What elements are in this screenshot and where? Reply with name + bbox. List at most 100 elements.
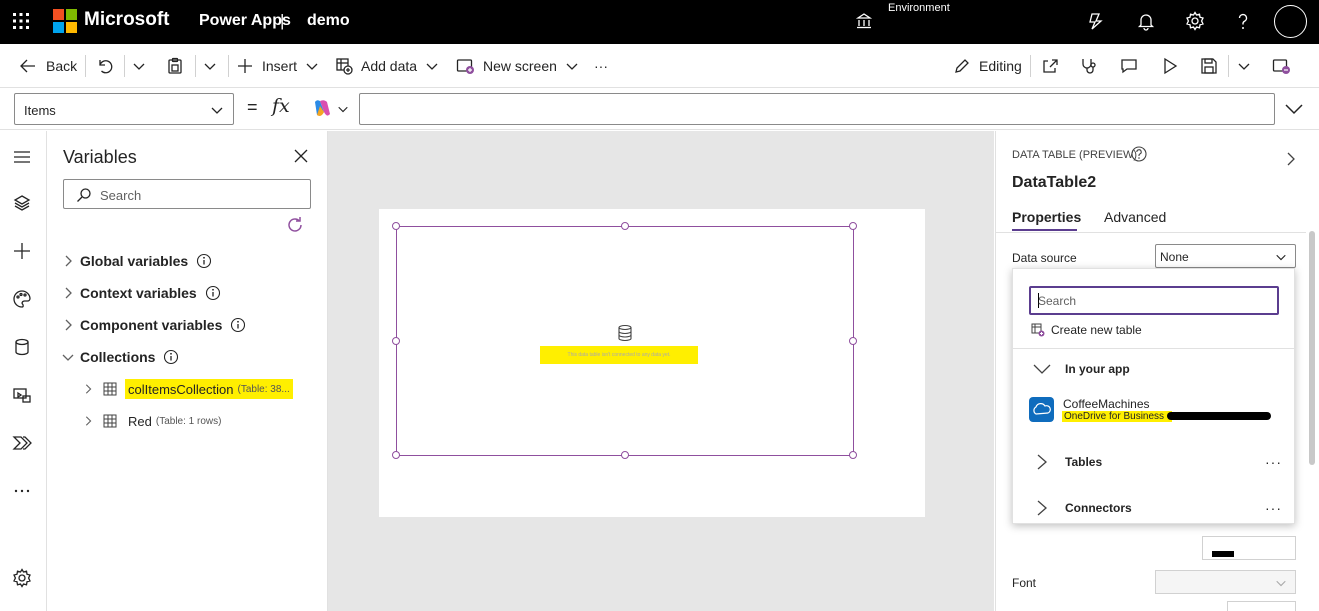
insert-button[interactable]: Insert <box>236 56 319 76</box>
save-dropdown[interactable] <box>1237 56 1251 76</box>
add-data-button[interactable]: Add data <box>335 56 439 76</box>
tree-view-icon[interactable] <box>12 193 32 213</box>
resize-handle[interactable] <box>392 451 400 459</box>
copilot-icon[interactable] <box>1086 11 1106 31</box>
font-select[interactable] <box>1155 570 1296 594</box>
divider <box>1030 55 1031 77</box>
info-icon[interactable] <box>205 285 221 301</box>
chevron-down-icon <box>133 63 145 70</box>
chevron-right-icon <box>1037 500 1047 516</box>
data-source-name[interactable]: CoffeeMachines <box>1063 397 1150 411</box>
comments-button[interactable] <box>1120 56 1138 76</box>
info-icon[interactable] <box>230 317 246 333</box>
resize-handle[interactable] <box>849 451 857 459</box>
resize-handle[interactable] <box>849 222 857 230</box>
theme-palette-icon[interactable] <box>12 289 32 309</box>
control-name[interactable]: DataTable2 <box>1012 174 1096 192</box>
title-separator: | <box>280 11 285 30</box>
close-icon[interactable] <box>293 148 309 164</box>
table-icon <box>103 382 117 396</box>
create-table-label: Create new table <box>1051 323 1142 337</box>
section-connectors[interactable]: Connectors <box>1031 499 1132 517</box>
gear-icon[interactable] <box>1185 11 1205 31</box>
help-icon[interactable] <box>1130 145 1148 163</box>
group-collections[interactable]: Collections <box>61 347 179 367</box>
group-label: Collections <box>80 349 156 365</box>
divider <box>228 55 229 77</box>
product-name[interactable]: Power Apps <box>199 12 291 30</box>
tab-divider <box>996 232 1306 233</box>
copilot-icon[interactable] <box>310 98 334 120</box>
undo-button[interactable] <box>96 56 114 76</box>
connectors-more-button[interactable]: ··· <box>1265 500 1282 516</box>
formula-input[interactable] <box>359 93 1275 125</box>
hamburger-icon[interactable] <box>12 147 32 167</box>
collection-item[interactable]: colItemsCollection (Table: 38... <box>81 378 293 400</box>
group-global-variables[interactable]: Global variables <box>61 251 212 271</box>
settings-icon[interactable] <box>12 568 32 588</box>
paste-button[interactable] <box>166 56 184 76</box>
data-icon[interactable] <box>12 337 32 357</box>
font-size-input[interactable] <box>1227 601 1296 611</box>
section-in-your-app[interactable]: In your app <box>1031 362 1130 376</box>
variables-search-input[interactable]: Search <box>63 179 311 209</box>
power-automate-icon[interactable] <box>12 433 32 453</box>
canvas-area: This data table isn't connected to any d… <box>328 131 994 611</box>
variables-panel: Variables Search Global variables Contex… <box>47 131 328 611</box>
more-icon[interactable] <box>12 481 32 501</box>
insert-icon[interactable] <box>12 241 32 261</box>
app-checker-button[interactable] <box>1080 56 1098 76</box>
scrollbar[interactable] <box>1309 231 1315 465</box>
data-table-control[interactable]: This data table isn't connected to any d… <box>392 222 857 459</box>
chevron-down-icon[interactable] <box>337 103 349 115</box>
chevron-right-icon[interactable] <box>1284 151 1298 167</box>
help-icon[interactable] <box>1233 11 1253 31</box>
insert-label: Insert <box>262 58 298 74</box>
app-screen[interactable]: This data table isn't connected to any d… <box>379 209 925 517</box>
group-label: Component variables <box>80 317 223 333</box>
waffle-icon[interactable] <box>12 12 30 30</box>
publish-button[interactable] <box>1272 56 1291 76</box>
paste-dropdown[interactable] <box>203 56 217 76</box>
share-button[interactable] <box>1041 56 1059 76</box>
editing-button[interactable]: Editing <box>953 56 1022 76</box>
divider <box>124 55 125 77</box>
environment-label[interactable]: Environment <box>888 2 950 14</box>
refresh-icon[interactable] <box>285 215 305 235</box>
more-commands-button[interactable]: ··· <box>594 56 608 76</box>
bell-icon[interactable] <box>1136 11 1156 31</box>
resize-handle[interactable] <box>392 222 400 230</box>
collection-name: colItemsCollection <box>128 381 234 397</box>
preview-button[interactable] <box>1161 56 1179 76</box>
new-screen-button[interactable]: New screen <box>456 56 579 76</box>
resize-handle[interactable] <box>849 337 857 345</box>
new-screen-label: New screen <box>483 58 557 74</box>
tab-advanced[interactable]: Advanced <box>1104 209 1166 225</box>
info-icon[interactable] <box>163 349 179 365</box>
back-label: Back <box>46 58 78 74</box>
back-button[interactable]: Back <box>18 56 77 76</box>
info-icon[interactable] <box>196 253 212 269</box>
chevron-right-icon <box>85 384 92 394</box>
undo-dropdown[interactable] <box>132 56 146 76</box>
avatar[interactable] <box>1274 5 1307 38</box>
data-source-search-input[interactable]: Search <box>1029 286 1279 315</box>
group-context-variables[interactable]: Context variables <box>61 283 221 303</box>
group-component-variables[interactable]: Component variables <box>61 315 246 335</box>
property-selector[interactable]: Items <box>14 93 234 125</box>
tables-more-button[interactable]: ··· <box>1265 454 1282 470</box>
group-label: Context variables <box>80 285 197 301</box>
tab-properties[interactable]: Properties <box>1012 209 1081 225</box>
section-tables[interactable]: Tables <box>1031 453 1102 471</box>
media-icon[interactable] <box>12 385 32 405</box>
collection-item[interactable]: Red (Table: 1 rows) <box>81 410 224 432</box>
expand-formula-icon[interactable] <box>1284 101 1304 117</box>
data-source-select[interactable]: None <box>1155 244 1296 268</box>
environment-icon[interactable] <box>855 12 873 30</box>
save-button[interactable] <box>1200 56 1218 76</box>
create-new-table-button[interactable]: Create new table <box>1031 323 1142 337</box>
resize-handle[interactable] <box>392 337 400 345</box>
resize-handle[interactable] <box>621 222 629 230</box>
fx-icon: fx <box>272 95 290 117</box>
resize-handle[interactable] <box>621 451 629 459</box>
